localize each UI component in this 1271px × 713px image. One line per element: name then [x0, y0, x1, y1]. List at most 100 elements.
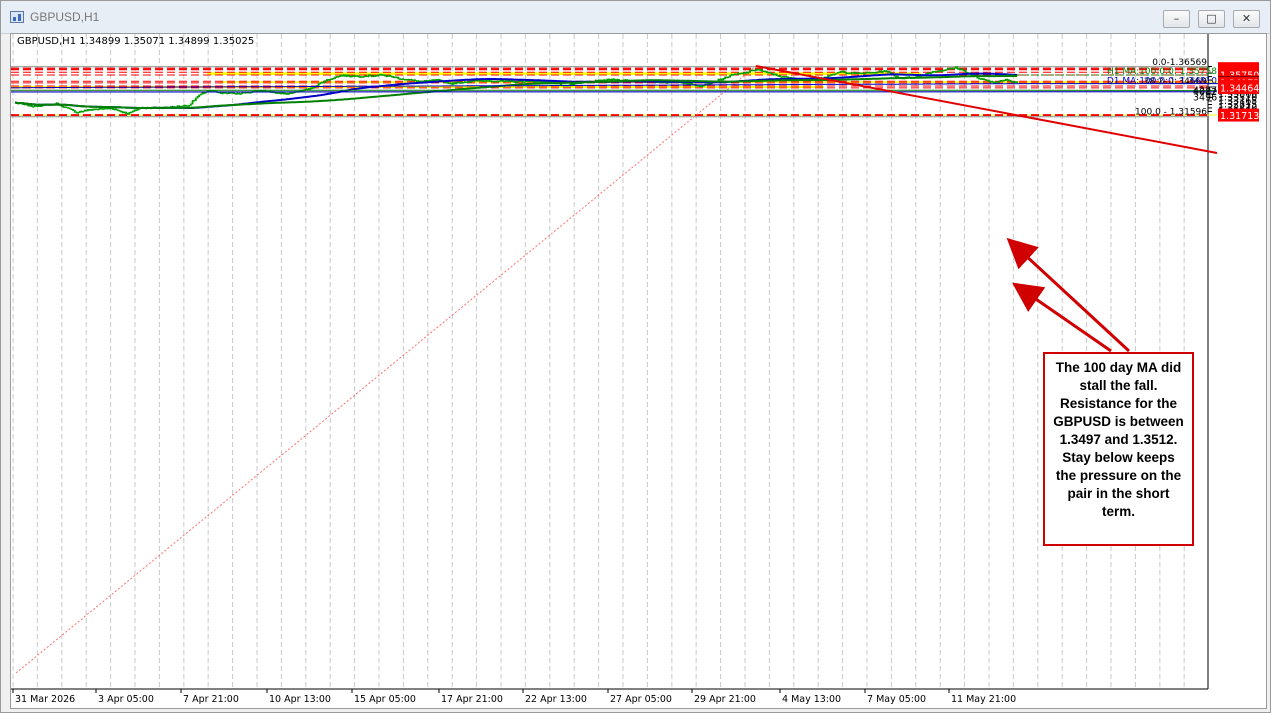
candle-body	[67, 107, 70, 109]
candle-body	[193, 99, 196, 102]
candle-body	[453, 82, 456, 85]
candle-body	[398, 78, 401, 80]
candle-body	[307, 88, 310, 91]
candle-body	[762, 70, 765, 73]
candle-body	[488, 80, 491, 82]
chart-area[interactable]: 1.366001.359401.355951.352451.349001.345…	[10, 33, 1267, 709]
candle-body	[734, 73, 737, 76]
candle-body	[765, 70, 768, 73]
candle-body	[184, 104, 187, 107]
candle-body	[330, 78, 333, 80]
candle-body	[80, 110, 83, 113]
candle-body	[95, 108, 98, 111]
candle-body	[423, 80, 426, 82]
candle-body	[754, 69, 756, 72]
candle-body	[408, 79, 411, 81]
candle-body	[860, 72, 863, 75]
candle-body	[993, 81, 995, 84]
close-button[interactable]: ✕	[1233, 10, 1260, 28]
candle-body	[350, 75, 353, 78]
candle-body	[979, 78, 982, 80]
candle-body	[435, 79, 438, 81]
candle-body	[355, 75, 358, 77]
candle-body	[72, 109, 75, 111]
candle-body	[120, 110, 123, 113]
candle-body	[412, 79, 415, 82]
candle-body	[274, 92, 277, 94]
candle-body	[462, 82, 464, 84]
candle-body	[445, 81, 448, 84]
candle-body	[868, 71, 871, 74]
time-tick-label: 4 May 13:00	[782, 694, 841, 705]
candle-body	[335, 76, 338, 78]
candle-body	[696, 84, 698, 87]
candle-body	[833, 73, 836, 76]
minimize-button[interactable]: –	[1163, 10, 1190, 28]
candle-body	[100, 107, 103, 110]
candle-body	[938, 70, 941, 72]
candle-body	[340, 74, 343, 77]
candle-body	[571, 83, 574, 86]
candle-body	[1001, 79, 1004, 82]
time-tick-label: 7 May 05:00	[867, 694, 926, 705]
candle-body	[699, 85, 702, 88]
candle-body	[956, 66, 959, 70]
candle-body	[311, 87, 313, 90]
candle-body	[682, 82, 685, 85]
candle-body	[861, 72, 864, 75]
candle-body	[38, 105, 41, 107]
candle-body	[276, 92, 279, 94]
candle-body	[322, 81, 325, 84]
time-tick-label: 27 Apr 05:00	[610, 694, 672, 705]
candle-body	[730, 74, 733, 76]
candle-body	[382, 74, 385, 76]
candle-body	[934, 71, 937, 73]
maximize-button[interactable]: □	[1198, 10, 1225, 28]
candle-body	[1014, 81, 1017, 83]
candle-body	[533, 80, 536, 83]
price-tag-label: 1.31713	[1220, 111, 1259, 122]
candle-body	[702, 85, 705, 87]
candle-body	[405, 78, 408, 81]
candle-body	[732, 74, 735, 76]
candle-body	[895, 75, 898, 78]
candle-body	[354, 75, 357, 77]
candle-body	[392, 76, 395, 79]
candle-body	[700, 85, 703, 88]
candle-body	[447, 81, 450, 84]
candle-body	[32, 106, 35, 108]
candle-body	[1009, 79, 1012, 82]
time-tick-label: 17 Apr 21:00	[441, 694, 503, 705]
candle-body	[365, 75, 368, 78]
candle-body	[178, 105, 181, 108]
candle-body	[875, 71, 878, 74]
candle-body	[991, 81, 994, 83]
candle-body	[281, 92, 284, 95]
candle-body	[221, 92, 224, 95]
candle-body	[989, 80, 992, 83]
candle-body	[375, 74, 378, 77]
candle-body	[689, 82, 692, 85]
candle-body	[97, 108, 99, 111]
candle-body	[390, 75, 393, 78]
candle-body	[780, 76, 783, 78]
candle-body	[229, 92, 232, 94]
candle-body	[239, 93, 242, 95]
candle-body	[948, 67, 951, 70]
candle-body	[486, 80, 489, 82]
candle-body	[757, 68, 760, 71]
candle-body	[830, 74, 833, 76]
candle-body	[986, 79, 989, 82]
candle-body	[93, 108, 96, 111]
candle-body	[226, 92, 229, 95]
candle-body	[448, 82, 451, 85]
candle-body	[224, 92, 227, 94]
candle-body	[944, 69, 947, 71]
candle-body	[760, 69, 763, 72]
candle-body	[369, 74, 372, 77]
candle-body	[347, 74, 350, 77]
candle-body	[609, 79, 612, 81]
candle-body	[599, 79, 602, 82]
candle-body	[961, 68, 964, 71]
fib-baseline	[15, 65, 757, 674]
